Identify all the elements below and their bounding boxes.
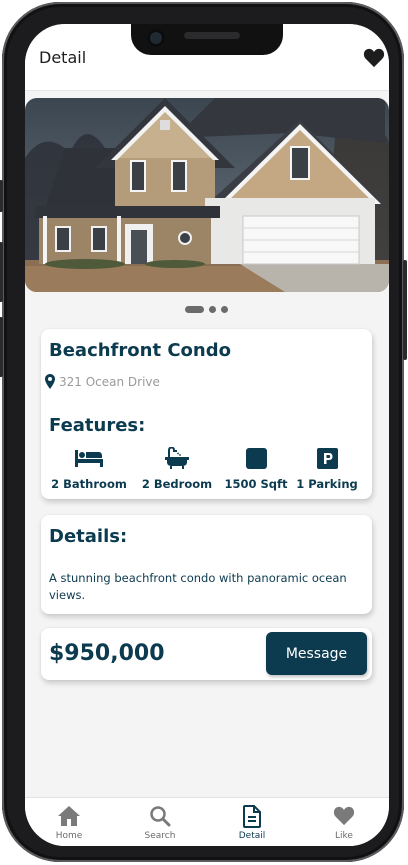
bathtub-icon	[165, 447, 189, 469]
tab-detail[interactable]: Detail	[217, 804, 287, 841]
details-description: A stunning beachfront condo with panoram…	[49, 571, 347, 602]
tab-like[interactable]: Like	[309, 804, 379, 841]
feature-parking: 1 Parking	[287, 447, 367, 491]
notch	[131, 24, 283, 55]
location-pin-icon	[45, 374, 55, 389]
feature-sqft: 1500 Sqft	[217, 447, 295, 491]
property-address: 321 Ocean Drive	[45, 374, 160, 389]
feature-bedroom: 2 Bedroom	[135, 447, 219, 491]
search-icon	[150, 806, 171, 827]
parking-icon	[316, 447, 338, 469]
house-photo[interactable]	[25, 98, 389, 292]
heart-icon	[333, 806, 355, 826]
phone-frame: Detail Beachfront Condo 321 Ocean Drive …	[0, 2, 407, 862]
property-card: Beachfront Condo 321 Ocean Drive Feature…	[41, 329, 372, 499]
tab-label: Detail	[238, 831, 266, 841]
heart-icon[interactable]	[363, 48, 385, 68]
square-icon	[245, 447, 267, 469]
tab-bar: Home Search Detail Like	[25, 797, 389, 846]
property-name: Beachfront Condo	[49, 340, 231, 361]
tab-label: Like	[335, 831, 353, 841]
screen: Detail Beachfront Condo 321 Ocean Drive …	[25, 24, 389, 846]
details-card: Details: A stunning beachfront condo wit…	[41, 515, 372, 614]
document-icon	[243, 804, 261, 828]
feature-label: 2 Bathroom	[51, 477, 127, 491]
silent-switch	[0, 180, 3, 212]
page-title: Detail	[39, 48, 87, 67]
price: $950,000	[49, 641, 165, 666]
tab-search[interactable]: Search	[125, 804, 195, 841]
tab-home[interactable]: Home	[34, 804, 104, 841]
tab-label: Home	[55, 831, 83, 841]
camera	[147, 29, 165, 47]
details-title: Details:	[49, 526, 128, 547]
volume-down-button	[0, 317, 3, 377]
feature-bathroom: 2 Bathroom	[49, 447, 129, 491]
power-button	[403, 260, 407, 360]
features-title: Features:	[49, 415, 146, 436]
feature-label: 2 Bedroom	[141, 477, 213, 491]
message-button[interactable]: Message	[266, 632, 367, 675]
price-card: $950,000 Message	[41, 628, 372, 680]
pagination-dot[interactable]	[209, 306, 216, 313]
address-text: 321 Ocean Drive	[59, 374, 160, 389]
pagination-dot-active[interactable]	[185, 306, 204, 313]
bed-icon	[75, 450, 103, 467]
tab-label: Search	[144, 831, 176, 841]
volume-up-button	[0, 242, 3, 302]
feature-label: 1 Parking	[296, 477, 358, 491]
speaker	[184, 32, 240, 39]
pagination-dot[interactable]	[221, 306, 228, 313]
feature-label: 1500 Sqft	[224, 477, 288, 491]
home-icon	[58, 806, 80, 826]
